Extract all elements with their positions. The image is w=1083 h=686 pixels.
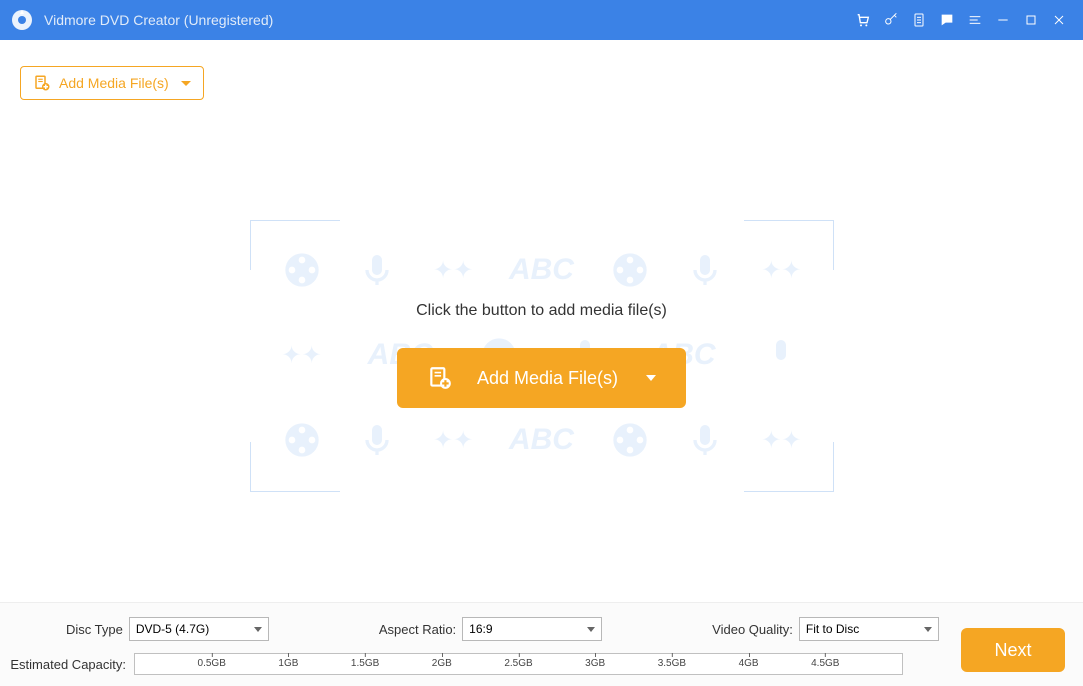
mic-icon bbox=[685, 420, 725, 460]
capacity-tick: 0.5GB bbox=[198, 658, 226, 669]
disc-type-value: DVD-5 (4.7G) bbox=[136, 622, 209, 636]
capacity-tick: 4.5GB bbox=[811, 658, 839, 669]
capacity-tick: 2GB bbox=[432, 658, 452, 669]
abc-text: ABC bbox=[509, 253, 574, 287]
capacity-tick: 4GB bbox=[739, 658, 759, 669]
disc-type-select[interactable]: DVD-5 (4.7G) bbox=[129, 617, 269, 641]
minimize-button[interactable] bbox=[989, 0, 1017, 40]
app-title: Vidmore DVD Creator (Unregistered) bbox=[44, 12, 273, 28]
video-quality-label: Video Quality: bbox=[712, 622, 793, 637]
capacity-tick: 2.5GB bbox=[504, 658, 532, 669]
prompt-text: Click the button to add media file(s) bbox=[416, 302, 667, 320]
cart-icon[interactable] bbox=[849, 0, 877, 40]
aspect-ratio-select[interactable]: 16:9 bbox=[462, 617, 602, 641]
capacity-tick: 3.5GB bbox=[658, 658, 686, 669]
mic-icon bbox=[357, 250, 397, 290]
stars-icon: ✦✦ bbox=[761, 426, 801, 455]
stars-icon: ✦✦ bbox=[433, 426, 473, 455]
film-icon bbox=[610, 420, 650, 460]
stars-icon: ✦✦ bbox=[433, 256, 473, 285]
film-icon bbox=[282, 250, 322, 290]
add-media-large-label: Add Media File(s) bbox=[477, 368, 618, 389]
aspect-ratio-value: 16:9 bbox=[469, 622, 492, 636]
next-button[interactable]: Next bbox=[961, 628, 1065, 672]
video-quality-value: Fit to Disc bbox=[806, 622, 859, 636]
document-icon[interactable] bbox=[905, 0, 933, 40]
next-label: Next bbox=[994, 640, 1031, 660]
stars-icon: ✦✦ bbox=[282, 341, 322, 370]
add-file-icon bbox=[427, 365, 453, 391]
capacity-bar: 0.5GB 1GB 1.5GB 2GB 2.5GB 3GB 3.5GB 4GB … bbox=[134, 653, 903, 675]
video-quality-select[interactable]: Fit to Disc bbox=[799, 617, 939, 641]
toolbar: Add Media File(s) bbox=[0, 40, 1083, 100]
drop-area: ✦✦ ABC ✦✦ ✦✦ ABC ABC ✦✦ ABC ✦✦ Click the… bbox=[0, 220, 1083, 408]
capacity-tick: 1GB bbox=[278, 658, 298, 669]
app-logo-icon bbox=[10, 8, 34, 32]
chat-icon[interactable] bbox=[933, 0, 961, 40]
add-media-small-label: Add Media File(s) bbox=[59, 75, 169, 91]
close-button[interactable] bbox=[1045, 0, 1073, 40]
key-icon[interactable] bbox=[877, 0, 905, 40]
controls-row: Disc Type DVD-5 (4.7G) Aspect Ratio: 16:… bbox=[10, 617, 1063, 641]
titlebar: Vidmore DVD Creator (Unregistered) bbox=[0, 0, 1083, 40]
bottom-panel: Disc Type DVD-5 (4.7G) Aspect Ratio: 16:… bbox=[0, 602, 1083, 686]
menu-icon[interactable] bbox=[961, 0, 989, 40]
mic-icon bbox=[761, 335, 801, 375]
film-icon bbox=[282, 420, 322, 460]
mic-icon bbox=[357, 420, 397, 460]
capacity-label: Estimated Capacity: bbox=[10, 657, 126, 672]
mic-icon bbox=[685, 250, 725, 290]
add-media-button-large[interactable]: Add Media File(s) bbox=[397, 348, 686, 408]
add-file-icon bbox=[33, 74, 51, 92]
chevron-down-icon bbox=[181, 81, 191, 86]
capacity-tick: 1.5GB bbox=[351, 658, 379, 669]
capacity-row: Estimated Capacity: 0.5GB 1GB 1.5GB 2GB … bbox=[10, 653, 1063, 675]
aspect-ratio-label: Aspect Ratio: bbox=[379, 622, 456, 637]
add-media-button-small[interactable]: Add Media File(s) bbox=[20, 66, 204, 100]
capacity-tick: 3GB bbox=[585, 658, 605, 669]
chevron-down-icon bbox=[646, 375, 656, 381]
disc-type-label: Disc Type bbox=[66, 622, 123, 637]
abc-text: ABC bbox=[509, 423, 574, 457]
stars-icon: ✦✦ bbox=[761, 256, 801, 285]
film-icon bbox=[610, 250, 650, 290]
maximize-button[interactable] bbox=[1017, 0, 1045, 40]
